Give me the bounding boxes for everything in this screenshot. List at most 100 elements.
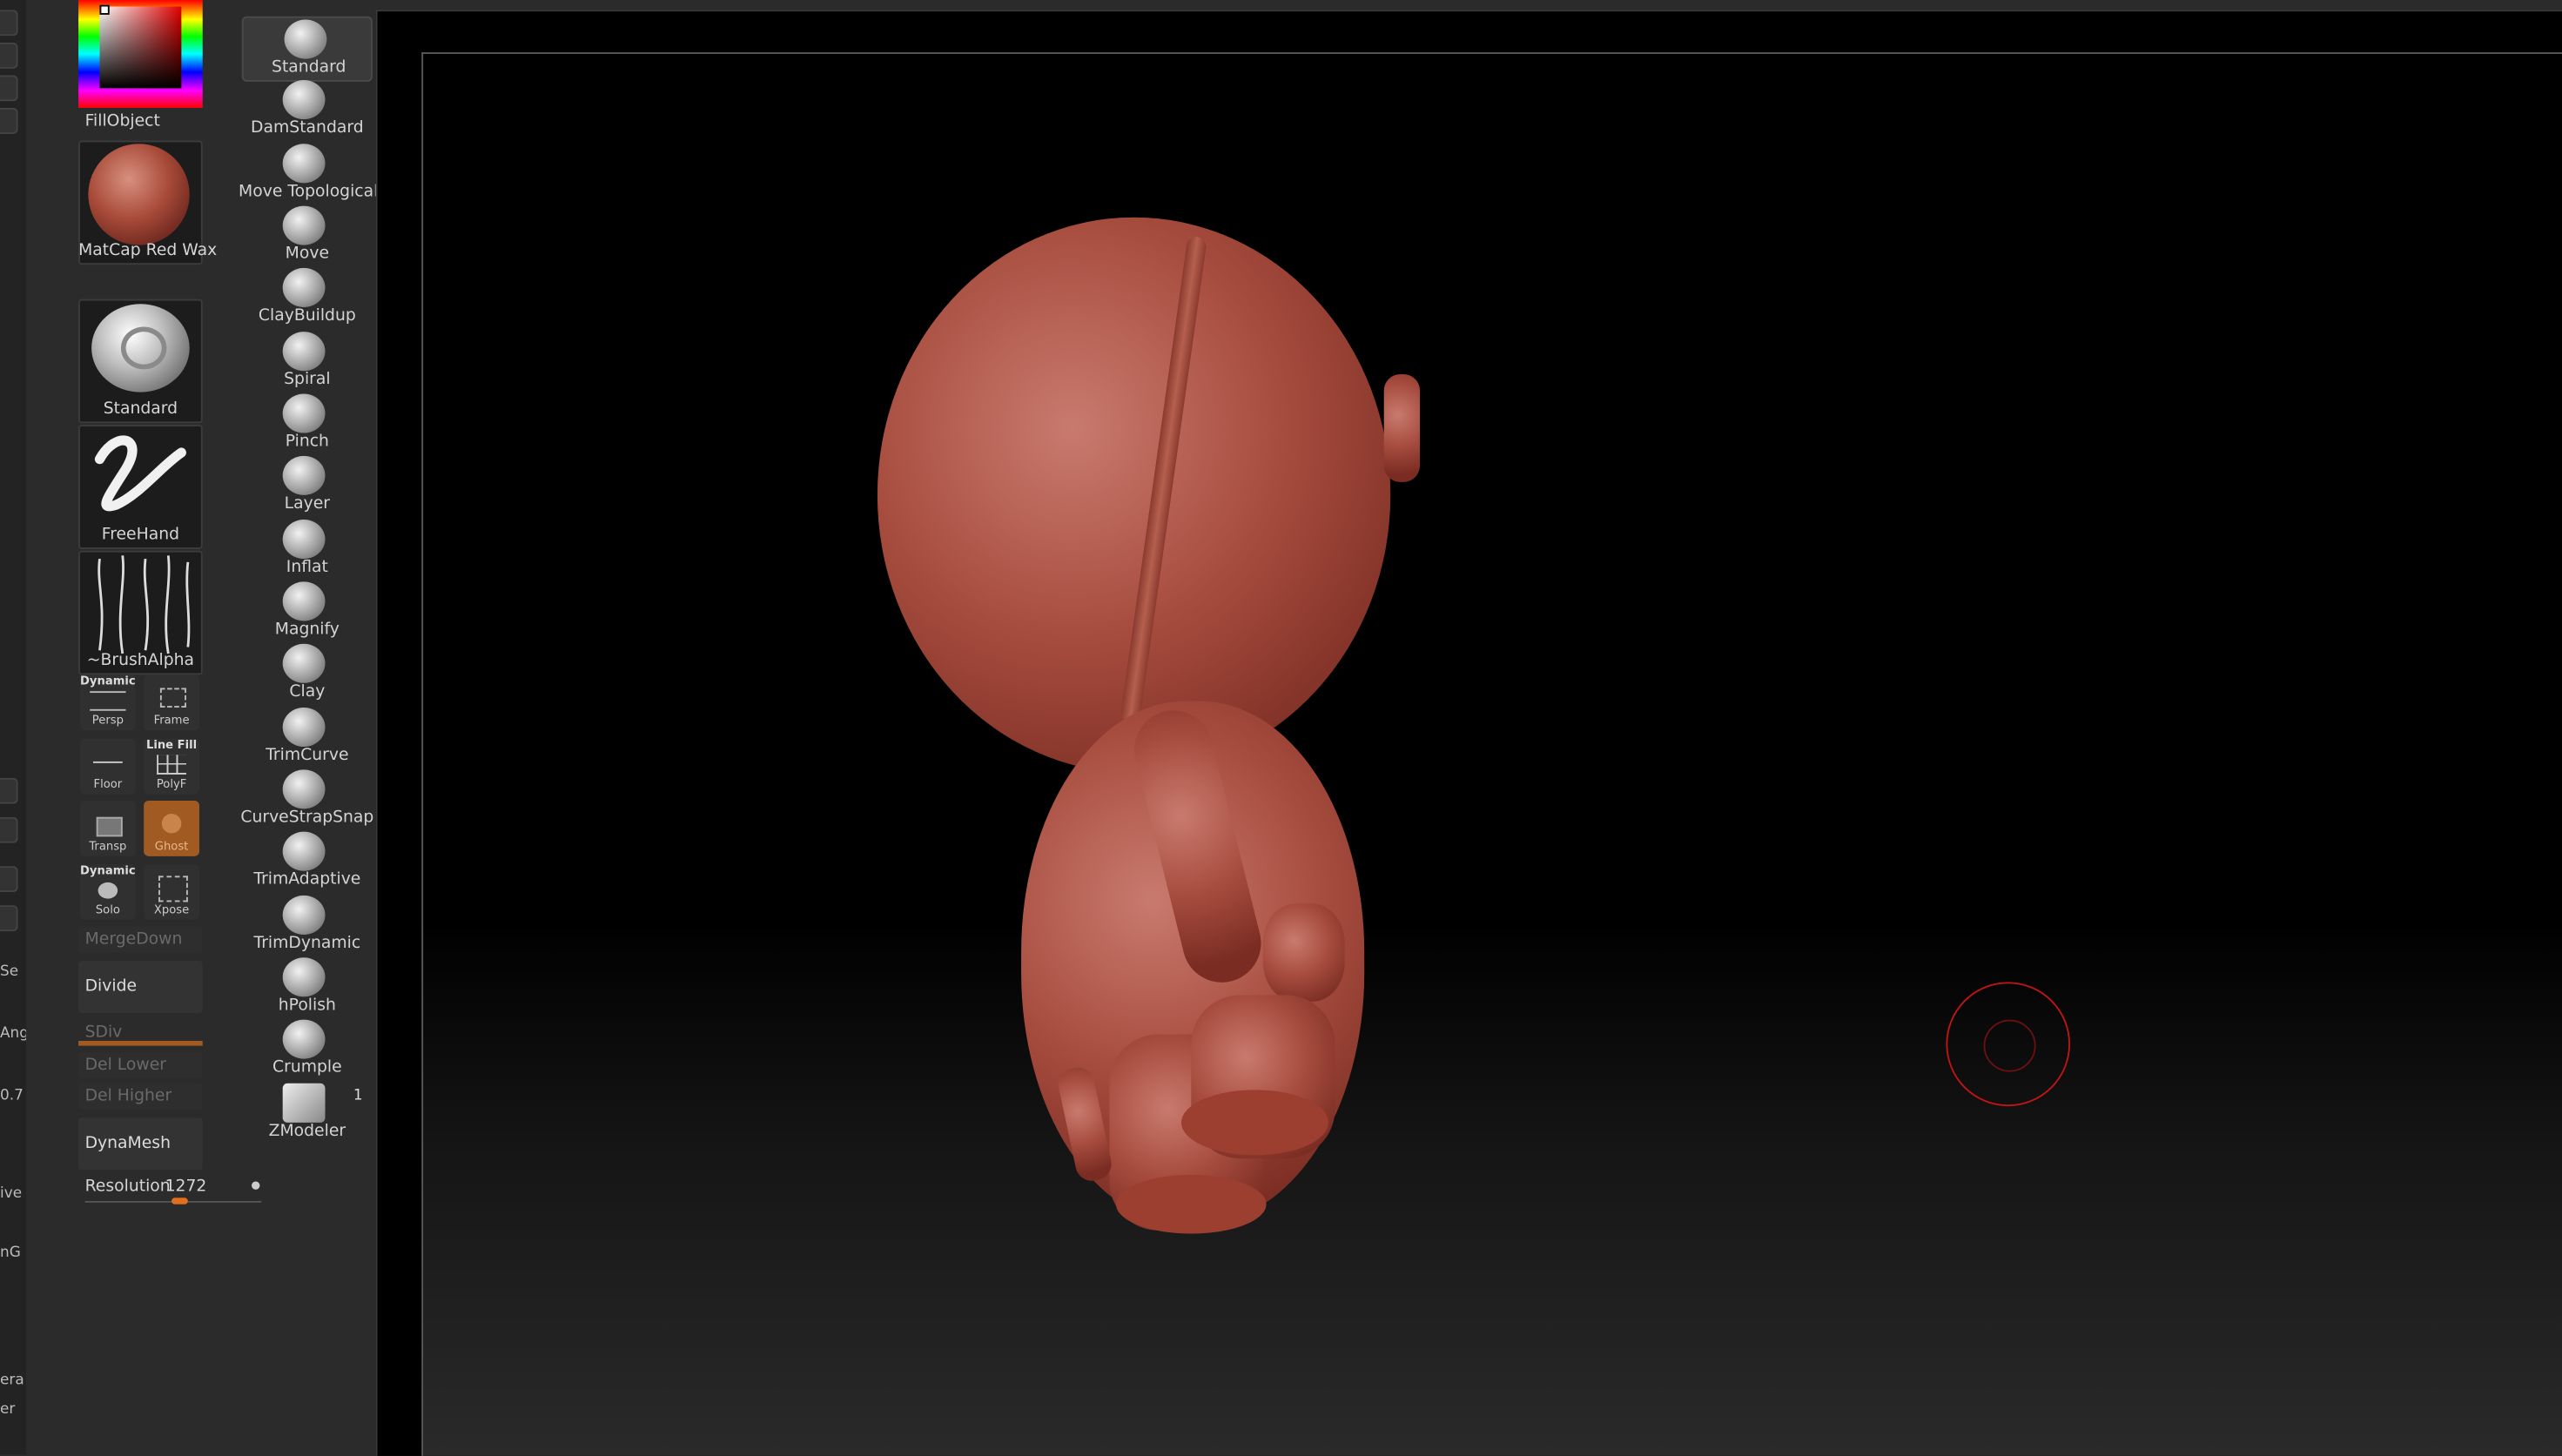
brush-label: ZModeler <box>268 1122 346 1141</box>
persp-button[interactable]: Dynamic Persp <box>79 674 136 731</box>
brush-label: hPolish <box>278 996 336 1015</box>
resolution-dot-icon[interactable] <box>252 1181 260 1190</box>
transp-label: Transp <box>89 840 127 854</box>
tray-button[interactable] <box>0 10 18 37</box>
solo-label: Solo <box>95 903 120 917</box>
brush-trimcurve[interactable]: TrimCurve <box>242 706 369 768</box>
color-picker[interactable] <box>78 0 203 108</box>
tray-label: er <box>0 1401 16 1419</box>
stroke-name: FreeHand <box>101 526 180 545</box>
polyf-button[interactable]: Line Fill PolyF <box>144 738 199 795</box>
frame-icon <box>159 688 186 708</box>
tray-button[interactable] <box>0 866 18 893</box>
sdiv-track <box>78 1040 203 1046</box>
frame-label: Frame <box>153 714 190 728</box>
model-ear <box>1383 373 1421 482</box>
tray-button[interactable] <box>0 42 18 69</box>
sdiv-slider[interactable]: SDiv <box>78 1020 203 1046</box>
inflat-brush-icon <box>282 520 326 560</box>
merge-down-button[interactable]: MergeDown <box>78 926 203 953</box>
brush-label: ClayBuildup <box>258 306 356 325</box>
tray-label: Se <box>0 963 19 981</box>
color-picker-handle[interactable] <box>99 4 110 15</box>
color-saturation-square[interactable] <box>99 6 182 89</box>
polyf-grid-icon <box>157 755 186 775</box>
brush-layer[interactable]: Layer <box>242 454 369 516</box>
standard-brush-icon <box>284 19 327 59</box>
floor-icon <box>92 761 123 763</box>
brush-damstandard[interactable]: DamStandard <box>242 78 369 140</box>
tray-button[interactable] <box>0 816 18 843</box>
brush-pinch[interactable]: Pinch <box>242 393 369 454</box>
brush-spiral[interactable]: Spiral <box>242 330 369 392</box>
resolution-handle[interactable] <box>171 1198 188 1204</box>
brush-claybuildup[interactable]: ClayBuildup <box>242 266 369 328</box>
tray-button[interactable] <box>0 107 18 134</box>
brush-trimdynamic[interactable]: TrimDynamic <box>242 894 369 956</box>
brush-label: TrimCurve <box>266 747 349 765</box>
brush-standard[interactable]: Standard <box>241 16 373 82</box>
brush-magnify[interactable]: Magnify <box>242 580 369 642</box>
dynamesh-button[interactable]: DynaMesh <box>78 1117 203 1171</box>
tray-button[interactable] <box>0 75 18 102</box>
brush-label: Standard <box>272 58 346 77</box>
hpolish-brush-icon <box>282 957 326 997</box>
tray-label: era <box>0 1372 24 1389</box>
spiral-brush-icon <box>282 332 326 372</box>
model-foot-back <box>1115 1174 1267 1234</box>
floor-label: Floor <box>93 777 123 791</box>
move-brush-icon <box>282 205 326 245</box>
layer-brush-icon <box>282 455 326 495</box>
tray-label: Ang <box>0 1026 29 1043</box>
transp-button[interactable]: Transp <box>79 800 136 856</box>
crumple-brush-icon <box>282 1019 326 1059</box>
move-topological-brush-icon <box>282 144 326 184</box>
model-foot-front <box>1181 1090 1328 1156</box>
brush-crumple[interactable]: Crumple <box>242 1018 369 1080</box>
brush-move-topological[interactable]: Move Topological <box>239 142 376 204</box>
left-tray: Se Ang 0.7 ive nG era er <box>0 0 29 1455</box>
ghost-icon <box>161 814 182 834</box>
tray-button[interactable] <box>0 905 18 932</box>
brush-label: CurveStrapSnap <box>240 809 374 828</box>
brush-trimadaptive[interactable]: TrimAdaptive <box>242 830 369 892</box>
ghost-label: Ghost <box>154 840 189 854</box>
brush-label: Spiral <box>284 371 331 389</box>
del-lower-label: Del Lower <box>84 1056 167 1075</box>
solo-button[interactable]: Dynamic Solo <box>79 864 136 921</box>
brush-label: Pinch <box>285 433 329 452</box>
brush-clay[interactable]: Clay <box>242 642 369 704</box>
sdiv-label: SDiv <box>84 1023 123 1042</box>
tray-button[interactable] <box>0 777 18 804</box>
del-higher-button[interactable]: Del Higher <box>78 1083 203 1110</box>
persp-dynamic-label: Dynamic <box>80 674 136 688</box>
pinch-brush-icon <box>282 393 326 433</box>
brush-hpolish[interactable]: hPolish <box>242 956 369 1017</box>
material-name: MatCap Red Wax <box>78 241 218 260</box>
freehand-stroke-icon <box>94 435 186 512</box>
brush-label: Move Topological <box>239 183 376 201</box>
brush-move[interactable]: Move <box>242 205 369 266</box>
polyf-label: PolyF <box>156 777 187 791</box>
floor-button[interactable]: Floor <box>79 738 136 795</box>
resolution-slider[interactable]: Resolution 1272 <box>78 1177 262 1206</box>
brush-label: Magnify <box>274 621 340 640</box>
del-lower-button[interactable]: Del Lower <box>78 1052 203 1079</box>
trimcurve-brush-icon <box>282 707 326 748</box>
clay-brush-icon <box>282 643 326 683</box>
brush-inflat[interactable]: Inflat <box>242 518 369 580</box>
xpose-button[interactable]: Xpose <box>144 864 199 921</box>
ghost-button[interactable]: Ghost <box>144 800 199 856</box>
current-brush-name: Standard <box>103 399 178 419</box>
persp-grid-icon <box>90 691 126 711</box>
brush-label: Move <box>285 245 330 264</box>
brush-zmodeler[interactable]: ZModeler 1 <box>242 1082 369 1144</box>
persp-label: Persp <box>91 714 124 728</box>
brush-curvestrapsnap[interactable]: CurveStrapSnap <box>240 768 373 829</box>
fill-object-button[interactable]: FillObject <box>85 113 160 131</box>
frame-button[interactable]: Frame <box>144 674 199 731</box>
model-hand <box>1262 903 1345 1002</box>
document-canvas[interactable] <box>421 52 2562 1456</box>
magnify-brush-icon <box>282 581 326 621</box>
divide-button[interactable]: Divide <box>78 960 203 1014</box>
